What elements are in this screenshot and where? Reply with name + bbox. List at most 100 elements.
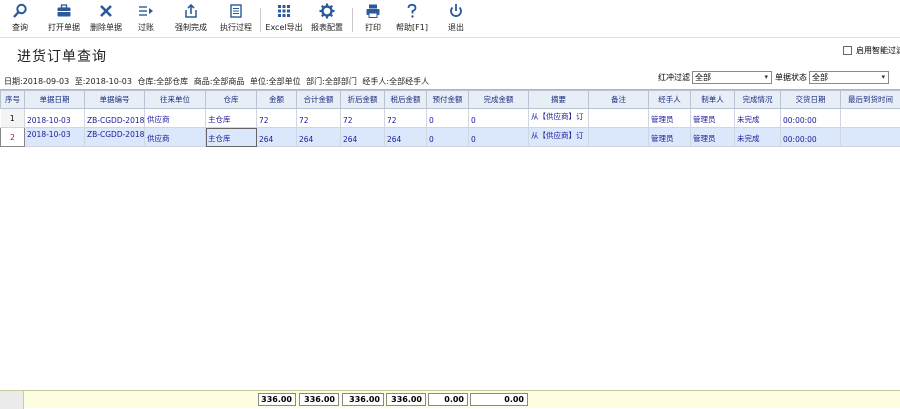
cell-creator[interactable]: 管理员: [691, 109, 735, 128]
open-button[interactable]: 打开单据: [44, 3, 84, 37]
force-complete-button[interactable]: 强制完成: [171, 3, 211, 37]
cell-prepaid[interactable]: 0: [427, 109, 469, 128]
delete-button[interactable]: 删除单据: [86, 3, 126, 37]
exit-button[interactable]: 退出: [442, 3, 470, 37]
chevron-down-icon[interactable]: ▾: [881, 72, 885, 83]
cell-warehouse[interactable]: 主仓库: [206, 109, 257, 128]
query-label: 查询: [12, 22, 28, 33]
total-discounted: 336.00: [342, 393, 384, 406]
help-button[interactable]: 帮助[F1]: [393, 3, 431, 37]
excel-export-button[interactable]: Excel导出: [264, 3, 304, 37]
help-label: 帮助[F1]: [396, 22, 428, 33]
column-header[interactable]: 序号: [1, 91, 25, 109]
cell-number[interactable]: ZB-CGDD-2018-1: [85, 128, 145, 147]
cell-partner[interactable]: 供应商: [145, 128, 206, 147]
cell-creator[interactable]: 管理员: [691, 128, 735, 147]
exec-process-button[interactable]: 执行过程: [216, 3, 256, 37]
red-filter-value: 全部: [695, 73, 711, 82]
table-row-selected[interactable]: 2 2018-10-03 ZB-CGDD-2018-1 供应商 主仓库 264 …: [1, 128, 900, 147]
search-icon: [12, 3, 28, 19]
red-filter: 红冲过滤 全部 ▾: [658, 71, 772, 84]
smart-filter-checkbox[interactable]: 启用智能过滤: [843, 45, 900, 56]
state-filter: 单据状态 全部 ▾: [775, 71, 889, 84]
cell-last-arrival[interactable]: [841, 109, 900, 128]
cell-total[interactable]: 72: [297, 109, 341, 128]
order-grid[interactable]: 序号 单据日期 单据编号 往来单位 仓库 金额 合计金额 折后金额 税后金额 预…: [0, 89, 900, 390]
post-list-icon: [138, 3, 154, 19]
carry-button[interactable]: 过账: [132, 3, 160, 37]
column-header[interactable]: 交货日期: [781, 91, 841, 109]
total-amount: 336.00: [258, 393, 296, 406]
cell-amount[interactable]: 264: [257, 128, 297, 147]
column-header[interactable]: 完成情况: [735, 91, 781, 109]
column-header[interactable]: 仓库: [206, 91, 257, 109]
report-config-button[interactable]: 报表配置: [307, 3, 347, 37]
column-header[interactable]: 摘要: [529, 91, 589, 109]
total-total: 336.00: [299, 393, 339, 406]
checkbox-box[interactable]: [843, 46, 852, 55]
column-header[interactable]: 税后金额: [385, 91, 427, 109]
cell-completed[interactable]: 0: [469, 109, 529, 128]
cell-status[interactable]: 未完成: [735, 128, 781, 147]
totals-bar: 336.00 336.00 336.00 336.00 0.00 0.00: [0, 390, 900, 408]
toolbar-separator: [352, 8, 353, 32]
cell-delivery[interactable]: 00:00:00: [781, 128, 841, 147]
cell-after-tax[interactable]: 264: [385, 128, 427, 147]
column-header[interactable]: 单据编号: [85, 91, 145, 109]
cell-summary[interactable]: 从【供应商】订: [529, 128, 589, 147]
cell-amount[interactable]: 72: [257, 109, 297, 128]
cell-last-arrival[interactable]: [841, 128, 900, 147]
chevron-down-icon[interactable]: ▾: [764, 72, 768, 83]
column-header[interactable]: 制单人: [691, 91, 735, 109]
table-row[interactable]: 1 2018-10-03 ZB-CGDD-2018-1 供应商 主仓库 72 7…: [1, 109, 900, 128]
exec-process-label: 执行过程: [220, 22, 252, 33]
total-prepaid: 0.00: [428, 393, 468, 406]
cell-date[interactable]: 2018-10-03: [25, 109, 85, 128]
cell-total[interactable]: 264: [297, 128, 341, 147]
column-header[interactable]: 最后到货时间: [841, 91, 900, 109]
query-button[interactable]: 查询: [2, 3, 38, 37]
red-filter-select[interactable]: 全部 ▾: [692, 71, 772, 84]
column-header[interactable]: 金额: [257, 91, 297, 109]
cell-handler[interactable]: 管理员: [649, 128, 691, 147]
toolbar-separator: [260, 8, 261, 32]
column-header[interactable]: 预付金额: [427, 91, 469, 109]
close-icon: [98, 3, 114, 19]
column-header[interactable]: 折后金额: [341, 91, 385, 109]
toolbar: 查询 打开单据 删除单据 过账 强制完成 执行过程 Excel导出 报表配置 打…: [0, 0, 900, 38]
cell-delivery[interactable]: 00:00:00: [781, 109, 841, 128]
cell-discounted[interactable]: 264: [341, 128, 385, 147]
report-config-label: 报表配置: [311, 22, 343, 33]
header-row: 序号 单据日期 单据编号 往来单位 仓库 金额 合计金额 折后金额 税后金额 预…: [1, 91, 900, 109]
cell-number[interactable]: ZB-CGDD-2018-1: [85, 109, 145, 128]
cell-remark[interactable]: [589, 128, 649, 147]
column-header[interactable]: 备注: [589, 91, 649, 109]
total-after-tax: 336.00: [386, 393, 426, 406]
state-filter-value: 全部: [812, 73, 828, 82]
print-button[interactable]: 打印: [358, 3, 388, 37]
cell-status[interactable]: 未完成: [735, 109, 781, 128]
column-header[interactable]: 往来单位: [145, 91, 206, 109]
cell-date[interactable]: 2018-10-03: [25, 128, 85, 147]
cell-prepaid[interactable]: 0: [427, 128, 469, 147]
column-header[interactable]: 经手人: [649, 91, 691, 109]
cell-after-tax[interactable]: 72: [385, 109, 427, 128]
briefcase-icon: [56, 3, 72, 19]
print-label: 打印: [365, 22, 381, 33]
state-filter-select[interactable]: 全部 ▾: [809, 71, 889, 84]
cell-completed[interactable]: 0: [469, 128, 529, 147]
power-icon: [448, 3, 464, 19]
cell-remark[interactable]: [589, 109, 649, 128]
total-completed: 0.00: [470, 393, 528, 406]
cell-summary[interactable]: 从【供应商】订: [529, 109, 589, 128]
cell-partner[interactable]: 供应商: [145, 109, 206, 128]
gear-icon: [319, 3, 335, 19]
column-header[interactable]: 单据日期: [25, 91, 85, 109]
cell-handler[interactable]: 管理员: [649, 109, 691, 128]
cell-discounted[interactable]: 72: [341, 109, 385, 128]
column-header[interactable]: 合计金额: [297, 91, 341, 109]
printer-icon: [365, 3, 381, 19]
column-header[interactable]: 完成金额: [469, 91, 529, 109]
cell-warehouse[interactable]: 主仓库: [206, 128, 257, 147]
page-title: 进货订单查询: [17, 46, 107, 66]
